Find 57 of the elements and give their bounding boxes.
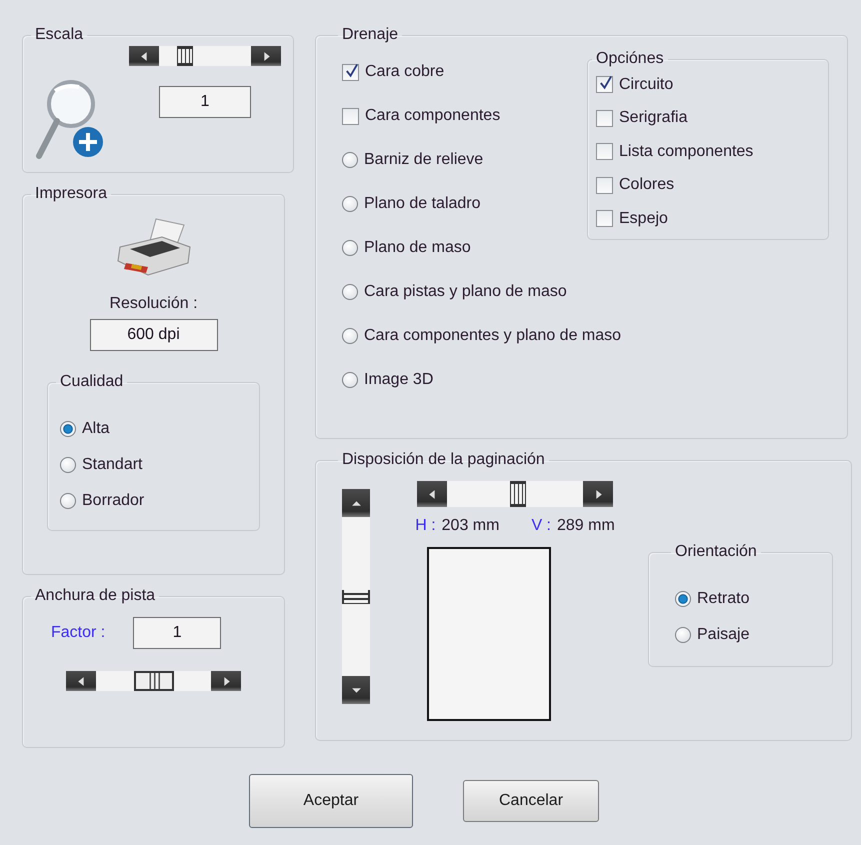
factor-label: Factor : (51, 624, 106, 642)
radio-button[interactable] (342, 284, 358, 300)
radio-option[interactable]: Standart (60, 447, 247, 483)
group-title: Cualidad (59, 373, 124, 391)
h-label: H : (415, 517, 436, 535)
group-title: Escala (34, 26, 84, 44)
group-title: Opciónes (595, 50, 665, 68)
h-value: 203 mm (442, 517, 500, 535)
checkbox[interactable] (596, 110, 613, 127)
radio-option[interactable]: Alta (60, 411, 247, 447)
radio-button[interactable] (342, 372, 358, 388)
factor-field[interactable]: 1 (133, 617, 222, 649)
checkbox-option[interactable]: Espejo (596, 202, 820, 236)
radio-option[interactable]: Cara componentes y plano de maso (342, 314, 829, 358)
radio-option[interactable]: Cara pistas y plano de maso (342, 270, 829, 314)
radio-option[interactable]: Plano de maso (342, 226, 587, 270)
radio-button[interactable] (675, 627, 691, 643)
v-value: 289 mm (557, 517, 615, 535)
scale-field[interactable]: 1 (159, 86, 251, 118)
checkbox[interactable] (342, 108, 359, 124)
check-icon (344, 62, 359, 78)
resolution-label: Resolución : (109, 295, 198, 313)
checkbox-option[interactable]: Circuito (596, 68, 820, 102)
checkbox[interactable] (342, 64, 359, 80)
group-title: Orientación (674, 543, 758, 561)
radio-button[interactable] (342, 240, 358, 256)
radio-option[interactable]: Paisaje (675, 617, 806, 653)
checkbox[interactable] (596, 76, 613, 94)
radio-option[interactable]: Borrador (60, 483, 247, 519)
radio-button[interactable] (342, 328, 358, 344)
group-title: Anchura de pista (34, 587, 156, 605)
radio-button[interactable] (342, 152, 358, 168)
cancel-button[interactable]: Cancelar (463, 780, 599, 822)
checkbox[interactable] (596, 143, 613, 160)
group-title: Disposición de la paginación (341, 451, 546, 469)
checkbox-option[interactable]: Cara componentes (342, 94, 587, 138)
radio-option[interactable]: Barniz de relieve (342, 138, 587, 182)
check-icon (598, 75, 613, 92)
resolution-field[interactable]: 600 dpi (90, 319, 218, 351)
v-label: V : (531, 517, 551, 535)
checkbox[interactable] (596, 176, 613, 194)
checkbox-option[interactable]: Serigrafia (596, 102, 820, 135)
accept-button[interactable]: Aceptar (249, 774, 413, 828)
radio-button[interactable] (342, 196, 358, 212)
checkbox-option[interactable]: Colores (596, 168, 820, 202)
checkbox-option[interactable]: Cara cobre (342, 50, 587, 94)
radio-option[interactable]: Image 3D (342, 358, 829, 402)
radio-button[interactable] (675, 591, 691, 607)
radio-button[interactable] (60, 457, 76, 473)
group-title: Impresora (34, 185, 108, 203)
radio-option[interactable]: Retrato (675, 581, 806, 617)
radio-option[interactable]: Plano de taladro (342, 182, 587, 226)
radio-button[interactable] (60, 421, 76, 437)
radio-button[interactable] (60, 493, 76, 509)
checkbox[interactable] (596, 210, 613, 228)
group-title: Drenaje (341, 26, 400, 44)
checkbox-option[interactable]: Lista componentes (596, 135, 820, 168)
